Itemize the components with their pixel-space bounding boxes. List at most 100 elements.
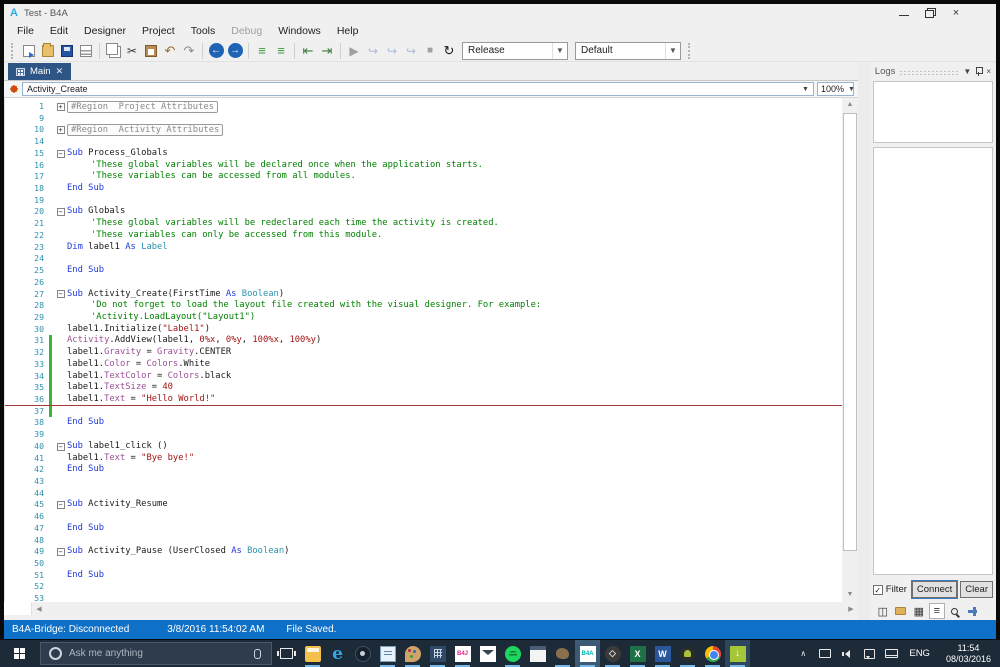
navigate-back-icon[interactable]: ←	[207, 42, 225, 59]
scroll-down-icon[interactable]: ▼	[843, 588, 857, 602]
tray-chevron-icon[interactable]: ∧	[792, 649, 814, 658]
code-line[interactable]: 28'Do not forget to load the layout file…	[5, 300, 842, 312]
code-line[interactable]: 34label1.TextColor = Colors.black	[5, 371, 842, 383]
code-line[interactable]: 22'These variables can only be accessed …	[5, 230, 842, 242]
code-line[interactable]: 37	[5, 406, 842, 418]
language-indicator[interactable]: ENG	[902, 648, 937, 659]
panel-menu-icon[interactable]: ▼	[963, 67, 971, 76]
code-line[interactable]: 30label1.Initialize("Label1")	[5, 324, 842, 336]
step-over-icon[interactable]: ↪	[383, 42, 401, 59]
collapsed-region[interactable]: #Region Project Attributes	[67, 101, 218, 113]
collapse-icon[interactable]: −	[57, 548, 65, 556]
build-profile-select[interactable]: Default▼	[575, 42, 681, 60]
code-line[interactable]: 50	[5, 558, 842, 570]
restore-button[interactable]	[924, 8, 936, 18]
panel-splitter[interactable]	[858, 62, 870, 620]
stop-icon[interactable]: ■	[421, 42, 439, 59]
copy-icon[interactable]	[104, 42, 122, 59]
build-config-select[interactable]: Release▼	[462, 42, 568, 60]
code-line[interactable]: 43	[5, 476, 842, 488]
code-line[interactable]: 45−Sub Activity_Resume	[5, 499, 842, 511]
files-icon[interactable]	[893, 603, 909, 619]
collapse-icon[interactable]: −	[57, 443, 65, 451]
vertical-scroll-thumb[interactable]	[843, 113, 857, 551]
code-line[interactable]: 42End Sub	[5, 464, 842, 476]
taskbar-excel[interactable]: X	[625, 640, 650, 667]
indent-icon[interactable]: ⇥	[318, 42, 336, 59]
step-out-icon[interactable]: ↪	[402, 42, 420, 59]
code-line[interactable]: 40−Sub label1_click ()	[5, 441, 842, 453]
cut-icon[interactable]: ✂	[123, 42, 141, 59]
code-line[interactable]: 51End Sub	[5, 570, 842, 582]
keyboard-icon[interactable]	[880, 649, 902, 658]
taskbar-mail[interactable]	[475, 640, 500, 667]
code-line[interactable]: 10+#Region Activity Attributes	[5, 124, 842, 136]
find-icon[interactable]	[77, 42, 95, 59]
code-line[interactable]: 23Dim label1 As Label	[5, 242, 842, 254]
menu-designer[interactable]: Designer	[77, 23, 133, 39]
taskbar-file-explorer[interactable]	[300, 640, 325, 667]
scroll-right-icon[interactable]: ▶	[844, 605, 858, 613]
code-line[interactable]: 35label1.TextSize = 40	[5, 382, 842, 394]
horizontal-scroll-track[interactable]	[46, 602, 844, 615]
code-line[interactable]: 26	[5, 277, 842, 289]
uncomment-icon[interactable]: ≡	[272, 42, 290, 59]
task-view-button[interactable]	[272, 640, 300, 667]
comment-icon[interactable]: ≡	[253, 42, 271, 59]
expand-icon[interactable]: +	[57, 103, 65, 111]
taskbar-calculator[interactable]	[425, 640, 450, 667]
microphone-icon[interactable]	[254, 649, 261, 659]
clock[interactable]: 11:54 08/03/2016	[937, 643, 1000, 665]
taskbar-chrome[interactable]	[700, 640, 725, 667]
taskbar-paint[interactable]	[400, 640, 425, 667]
code-line[interactable]: 53	[5, 593, 842, 602]
menu-project[interactable]: Project	[135, 23, 182, 39]
code-line[interactable]: 39	[5, 429, 842, 441]
code-line[interactable]: 20−Sub Globals	[5, 206, 842, 218]
taskbar-spotify[interactable]	[500, 640, 525, 667]
code-line[interactable]: 52	[5, 581, 842, 593]
collapse-icon[interactable]: −	[57, 150, 65, 158]
taskbar-android-studio[interactable]	[675, 640, 700, 667]
expand-icon[interactable]: +	[57, 126, 65, 134]
compare-icon[interactable]: ◫	[875, 603, 891, 619]
clear-button[interactable]: Clear	[960, 581, 993, 598]
scroll-up-icon[interactable]: ▲	[843, 98, 857, 112]
step-into-icon[interactable]: ↪	[364, 42, 382, 59]
toolbar-grip[interactable]	[688, 43, 693, 59]
collapse-icon[interactable]: −	[57, 290, 65, 298]
rebuild-icon[interactable]: ↻	[440, 42, 458, 59]
taskbar-b4a[interactable]: B4A	[575, 640, 600, 667]
taskbar-word[interactable]: W	[650, 640, 675, 667]
close-button[interactable]: ×	[950, 8, 962, 18]
undo-icon[interactable]: ↶	[161, 42, 179, 59]
code-line[interactable]: 47End Sub	[5, 523, 842, 535]
paste-icon[interactable]	[142, 42, 160, 59]
run-icon[interactable]: ▶	[345, 42, 363, 59]
menu-edit[interactable]: Edit	[43, 23, 75, 39]
code-editor[interactable]: 1+#Region Project Attributes910+#Region …	[4, 98, 858, 602]
redo-icon[interactable]: ↷	[180, 42, 198, 59]
modules-icon[interactable]: ▦	[911, 603, 927, 619]
code-line[interactable]: 48	[5, 535, 842, 547]
tab-close-icon[interactable]: ✕	[56, 66, 64, 77]
code-line[interactable]: 1+#Region Project Attributes	[5, 101, 842, 113]
open-icon[interactable]	[39, 42, 57, 59]
tablet-mode-icon[interactable]	[814, 649, 836, 658]
action-center-icon[interactable]	[858, 649, 880, 659]
code-line[interactable]: 19	[5, 195, 842, 207]
start-button[interactable]	[0, 640, 40, 667]
menu-windows[interactable]: Windows	[271, 23, 328, 39]
volume-icon[interactable]	[836, 650, 858, 658]
tools-icon[interactable]	[965, 603, 981, 619]
code-line[interactable]: 21'These global variables will be redecl…	[5, 218, 842, 230]
save-icon[interactable]	[58, 42, 76, 59]
code-line[interactable]: 29'Activity.LoadLayout("Layout1")	[5, 312, 842, 324]
zoom-select[interactable]: 100% ▼	[817, 82, 854, 96]
navigate-forward-icon[interactable]: →	[226, 42, 244, 59]
cortana-search[interactable]: Ask me anything	[40, 642, 272, 665]
taskbar-sparrow[interactable]	[550, 640, 575, 667]
taskbar-edge[interactable]: e	[325, 640, 350, 667]
panel-close-icon[interactable]: ×	[986, 67, 991, 76]
code-line[interactable]: 18End Sub	[5, 183, 842, 195]
